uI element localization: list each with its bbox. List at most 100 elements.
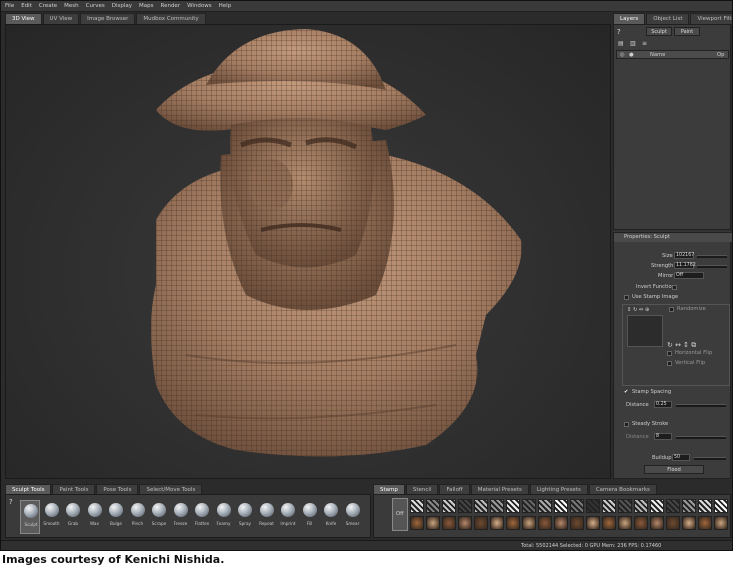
buildup-field[interactable]: 50 <box>672 454 690 461</box>
tool-grab[interactable]: Grab <box>63 500 83 534</box>
steady-distance-field[interactable]: 8 <box>654 433 672 440</box>
delete-layer-icon[interactable]: ▥ <box>630 40 636 47</box>
randomize-checkbox[interactable] <box>669 307 674 312</box>
menu-help[interactable]: Help <box>219 3 232 9</box>
stamp-thumbnail[interactable] <box>538 499 552 513</box>
menu-create[interactable]: Create <box>39 3 57 9</box>
menu-render[interactable]: Render <box>161 3 181 9</box>
size-slider[interactable] <box>697 255 727 258</box>
tool-knife[interactable]: Knife <box>321 500 341 534</box>
stamp-thumbnail[interactable] <box>458 516 472 530</box>
tool-flatten[interactable]: Flatten <box>192 500 212 534</box>
stamp-thumbnail[interactable] <box>426 499 440 513</box>
stamp-thumbnail[interactable] <box>442 516 456 530</box>
tool-spray[interactable]: Spray <box>235 500 255 534</box>
stamp-thumbnail[interactable] <box>714 499 728 513</box>
stamp-thumbnail[interactable] <box>522 516 536 530</box>
buildup-slider[interactable] <box>694 457 726 460</box>
tab-viewport-filters[interactable]: Viewport Filters <box>690 13 732 24</box>
steady-distance-slider[interactable] <box>676 436 726 439</box>
menu-file[interactable]: File <box>5 3 14 9</box>
menu-curves[interactable]: Curves <box>86 3 105 9</box>
tab-3d-view[interactable]: 3D View <box>5 13 42 24</box>
tool-smooth[interactable]: Smooth <box>42 500 62 534</box>
stamp-thumbnail[interactable] <box>554 499 568 513</box>
menu-mesh[interactable]: Mesh <box>64 3 78 9</box>
stamp-thumbnail[interactable] <box>506 499 520 513</box>
stamp-thumbnail[interactable] <box>490 516 504 530</box>
stamp-thumbnail[interactable] <box>682 499 696 513</box>
menu-edit[interactable]: Edit <box>21 3 32 9</box>
stamp-thumbnail[interactable] <box>650 516 664 530</box>
layer-menu-icon[interactable]: ≡ <box>642 40 647 47</box>
tool-sculpt[interactable]: Sculpt <box>20 500 40 534</box>
tray-help-icon[interactable]: ? <box>9 498 13 506</box>
stamp-thumbnail[interactable] <box>602 499 616 513</box>
stamp-thumbnail[interactable] <box>602 516 616 530</box>
stamp-off-button[interactable]: Off <box>392 498 408 531</box>
menu-maps[interactable]: Maps <box>139 3 153 9</box>
steady-stroke-checkbox[interactable] <box>624 422 629 427</box>
stamp-thumbnail[interactable] <box>506 516 520 530</box>
stamp-thumbnail[interactable] <box>714 516 728 530</box>
distance-slider[interactable] <box>676 404 726 407</box>
stamp-thumbnail[interactable] <box>634 499 648 513</box>
stamp-thumbnail[interactable] <box>666 499 680 513</box>
stamp-thumbnail[interactable] <box>410 499 424 513</box>
distance-field[interactable]: 0.25 <box>654 401 672 408</box>
horizontal-flip-checkbox[interactable] <box>667 351 672 356</box>
tool-freeze[interactable]: Freeze <box>171 500 191 534</box>
stamp-thumbnail[interactable] <box>682 516 696 530</box>
stamp-thumbnail[interactable] <box>586 516 600 530</box>
tool-bulge[interactable]: Bulge <box>106 500 126 534</box>
tab-layers[interactable]: Layers <box>613 13 646 24</box>
use-stamp-checkbox[interactable] <box>624 295 629 300</box>
tab-uv-view[interactable]: UV View <box>42 13 80 24</box>
invert-function-checkbox[interactable] <box>672 285 677 290</box>
tool-repeat[interactable]: Repeat <box>257 500 277 534</box>
stamp-thumbnail[interactable] <box>538 516 552 530</box>
strength-slider[interactable] <box>697 265 727 268</box>
new-layer-icon[interactable]: ▤ <box>618 40 624 47</box>
menu-windows[interactable]: Windows <box>187 3 212 9</box>
stamp-spacing-check-icon[interactable]: ✔ <box>624 389 628 395</box>
strength-field[interactable]: 11.1782 <box>674 262 696 269</box>
stamp-thumbnail[interactable] <box>426 516 440 530</box>
stamp-thumbnail[interactable] <box>586 499 600 513</box>
stamp-tool-icons[interactable]: ⇕ ↻ ⇔ ⊕ <box>627 307 649 313</box>
stamp-thumbnail[interactable] <box>522 499 536 513</box>
mirror-dropdown[interactable]: Off <box>674 272 704 279</box>
tool-imprint[interactable]: Imprint <box>278 500 298 534</box>
stamp-thumbnail[interactable] <box>458 499 472 513</box>
tab-image-browser[interactable]: Image Browser <box>80 13 136 24</box>
sculpt-layer-button[interactable]: Sculpt <box>646 27 672 36</box>
stamp-thumbnail[interactable] <box>618 516 632 530</box>
stamp-thumbnail[interactable] <box>650 499 664 513</box>
menu-display[interactable]: Display <box>112 3 132 9</box>
tool-pinch[interactable]: Pinch <box>128 500 148 534</box>
stamp-thumbnail[interactable] <box>554 516 568 530</box>
tab-mudbox-community[interactable]: Mudbox Community <box>136 13 206 24</box>
rotate-icon[interactable]: ↻ ↔ ↕ ⧉ <box>667 341 696 350</box>
vertical-flip-checkbox[interactable] <box>667 361 672 366</box>
tool-wax[interactable]: Wax <box>85 500 105 534</box>
stamp-thumbnail[interactable] <box>570 516 584 530</box>
stamp-thumbnail[interactable] <box>618 499 632 513</box>
flood-button[interactable]: Flood <box>644 465 704 474</box>
stamp-thumbnail[interactable] <box>474 499 488 513</box>
size-field[interactable]: 102167 <box>674 252 694 259</box>
tool-fill[interactable]: Fill <box>300 500 320 534</box>
stamp-thumbnail[interactable] <box>490 499 504 513</box>
help-icon[interactable]: ? <box>617 28 621 36</box>
tool-scrape[interactable]: Scrape <box>149 500 169 534</box>
stamp-thumbnail[interactable] <box>698 516 712 530</box>
stamp-thumbnail[interactable] <box>410 516 424 530</box>
stamp-thumbnail[interactable] <box>698 499 712 513</box>
stamp-thumbnail[interactable] <box>442 499 456 513</box>
stamp-thumbnail[interactable] <box>570 499 584 513</box>
paint-layer-button[interactable]: Paint <box>674 27 700 36</box>
stamp-thumbnail[interactable] <box>634 516 648 530</box>
tab-object-list[interactable]: Object List <box>646 13 690 24</box>
tool-foamy[interactable]: Foamy <box>214 500 234 534</box>
stamp-thumbnail[interactable] <box>474 516 488 530</box>
